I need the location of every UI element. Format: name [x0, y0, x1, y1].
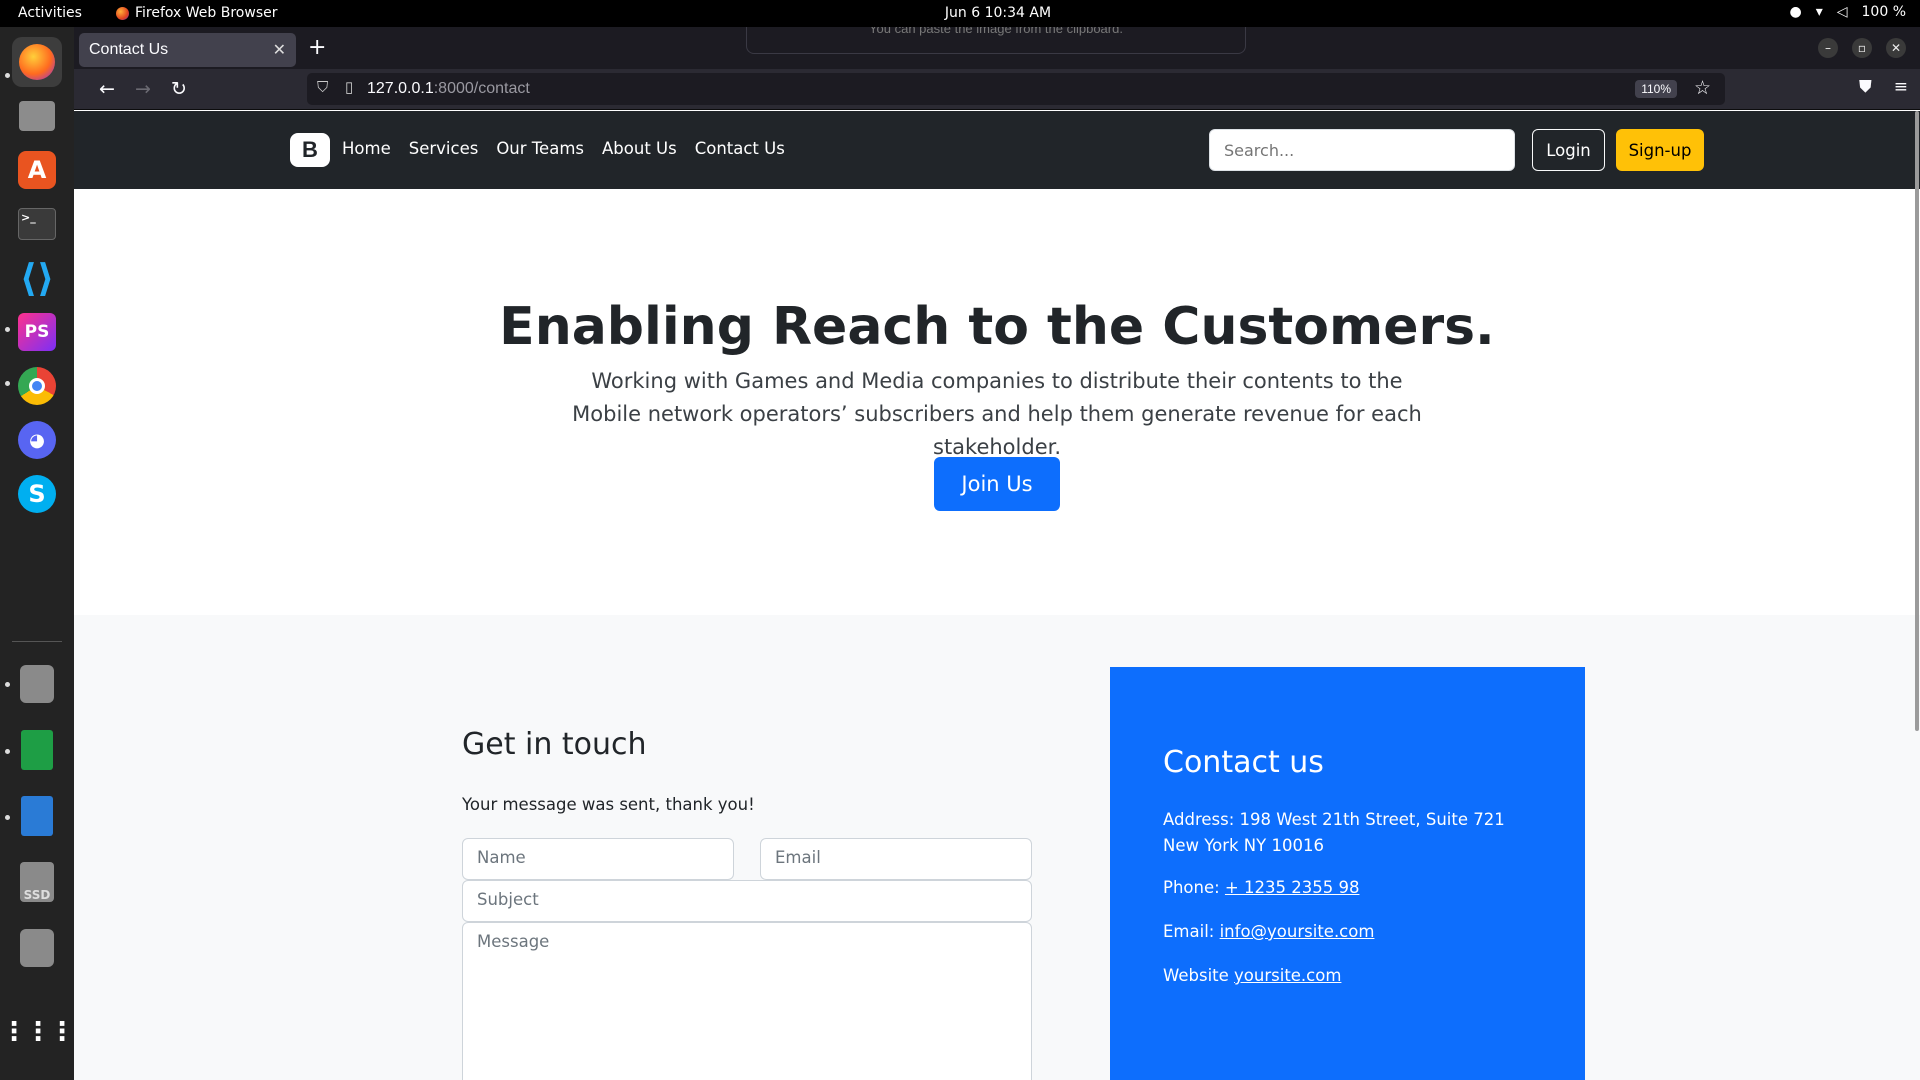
nav-our-teams[interactable]: Our Teams [496, 139, 584, 158]
phone-label: Phone: [1163, 878, 1220, 897]
message-field[interactable]: Message [462, 922, 1032, 1080]
window-controls: – ▫ ✕ [1818, 38, 1906, 58]
url-bar[interactable]: ⛉ ▯ 127.0.0.1:8000/contact 110% ☆ [307, 73, 1725, 105]
discord-icon[interactable]: ◕ [12, 415, 62, 465]
browser-toolbar: ← → ↻ ⛉ ▯ 127.0.0.1:8000/contact 110% ☆ … [74, 69, 1920, 110]
subject-field[interactable]: Subject [462, 880, 1032, 922]
toolbar-right: ⛊ ≡ [1859, 77, 1908, 97]
running-indicator [5, 381, 10, 386]
spreadsheet-icon[interactable] [12, 725, 62, 775]
disk-icon[interactable] [12, 659, 62, 709]
software-center-icon[interactable]: A [12, 145, 62, 195]
paste-hint-text: You can paste the image from the clipboa… [869, 27, 1123, 36]
page-scrollbar[interactable] [1915, 111, 1919, 731]
page-viewport: B Home Services Our Teams About Us Conta… [74, 111, 1920, 1080]
name-field[interactable]: Name [462, 838, 734, 880]
paste-hint-popup: You can paste the image from the clipboa… [746, 27, 1246, 54]
phone-link[interactable]: + 1235 2355 98 [1225, 878, 1360, 897]
contact-website: Website yoursite.com [1163, 963, 1543, 989]
hero-title: Enabling Reach to the Customers. [499, 297, 1495, 357]
tab-title: Contact Us [89, 41, 169, 58]
contact-card-title: Contact us [1163, 745, 1324, 780]
discord-tray-icon: ● [1789, 4, 1802, 20]
close-tab-icon[interactable]: ✕ [273, 40, 286, 60]
nav-home[interactable]: Home [342, 139, 391, 158]
files-icon[interactable] [12, 91, 62, 141]
reload-icon[interactable]: ↻ [164, 75, 194, 103]
website-link[interactable]: yoursite.com [1234, 966, 1341, 985]
disk-icon[interactable] [12, 923, 62, 973]
nav-services[interactable]: Services [409, 139, 479, 158]
running-indicator [5, 749, 10, 754]
site-navbar: B Home Services Our Teams About Us Conta… [74, 111, 1920, 189]
ssd-drive-icon[interactable]: SSD [12, 857, 62, 907]
nav-links: Home Services Our Teams About Us Contact… [342, 139, 785, 158]
dock: A >_ ⟨⟩ PS ◕ S SSD ⋮⋮⋮ [0, 27, 75, 1080]
nav-about-us[interactable]: About Us [602, 139, 677, 158]
address-label: Address: [1163, 810, 1235, 829]
url-host: 127.0.0.1 [367, 80, 434, 97]
vscode-icon[interactable]: ⟨⟩ [12, 253, 62, 303]
nav-contact-us[interactable]: Contact Us [695, 139, 785, 158]
tab-contact-us[interactable]: Contact Us ✕ [79, 33, 296, 67]
url-path: :8000/contact [433, 80, 530, 97]
dock-separator [12, 641, 62, 642]
login-button[interactable]: Login [1532, 129, 1605, 171]
zoom-indicator[interactable]: 110% [1635, 80, 1677, 98]
email-link[interactable]: info@yoursite.com [1220, 922, 1375, 941]
form-status-message: Your message was sent, thank you! [462, 795, 755, 814]
firefox-window: Contact Us ✕ + You can paste the image f… [74, 27, 1920, 1080]
running-indicator [5, 682, 10, 687]
contact-email: Email: info@yoursite.com [1163, 919, 1543, 945]
minimize-icon[interactable]: – [1818, 38, 1838, 58]
running-indicator [5, 73, 10, 78]
wifi-icon: ▾ [1815, 4, 1823, 20]
pocket-icon[interactable]: ⛊ [1859, 77, 1872, 97]
brand-logo[interactable]: B [290, 133, 330, 167]
hero-section: Enabling Reach to the Customers. Working… [74, 189, 1920, 615]
maximize-icon[interactable]: ▫ [1852, 38, 1872, 58]
contact-phone: Phone: + 1235 2355 98 [1163, 875, 1543, 901]
get-in-touch-title: Get in touch [462, 727, 647, 762]
url-text[interactable]: 127.0.0.1:8000/contact [367, 80, 530, 98]
show-apps-icon[interactable]: ⋮⋮⋮ [1, 1007, 75, 1057]
running-indicator [5, 815, 10, 820]
new-tab-icon[interactable]: + [308, 35, 326, 60]
writer-icon[interactable] [12, 791, 62, 841]
website-label: Website [1163, 966, 1229, 985]
tracking-shield-icon[interactable]: ⛉ [317, 79, 328, 96]
firefox-icon[interactable] [12, 37, 62, 87]
join-us-button[interactable]: Join Us [934, 457, 1060, 511]
search-input[interactable] [1209, 129, 1515, 171]
contact-info-card: Contact us Address: 198 West 21th Street… [1110, 667, 1585, 1080]
clock[interactable]: Jun 6 10:34 AM [0, 5, 1920, 21]
system-tray[interactable]: ● ▾ ◁ 100 % [1789, 4, 1906, 20]
phpstorm-icon[interactable]: PS [12, 307, 62, 357]
battery-label: 100 % [1861, 4, 1906, 20]
email-label: Email: [1163, 922, 1215, 941]
skype-icon[interactable]: S [12, 469, 62, 519]
hero-subtitle: Working with Games and Media companies t… [572, 369, 1422, 459]
system-top-bar: Activities Firefox Web Browser Jun 6 10:… [0, 0, 1920, 27]
forward-icon[interactable]: → [128, 75, 158, 103]
page-info-icon[interactable]: ▯ [345, 78, 353, 96]
contact-address: Address: 198 West 21th Street, Suite 721… [1163, 807, 1543, 859]
bookmark-star-icon[interactable]: ☆ [1694, 77, 1711, 100]
volume-icon: ◁ [1836, 4, 1848, 20]
menu-icon[interactable]: ≡ [1894, 77, 1908, 97]
email-field[interactable]: Email [760, 838, 1032, 880]
back-icon[interactable]: ← [92, 75, 122, 103]
running-indicator [5, 327, 10, 332]
chrome-icon[interactable] [12, 361, 62, 411]
contact-section: Get in touch Your message was sent, than… [74, 615, 1920, 1080]
terminal-icon[interactable]: >_ [12, 199, 62, 249]
signup-button[interactable]: Sign-up [1616, 129, 1704, 171]
tab-bar: Contact Us ✕ + You can paste the image f… [74, 27, 1920, 69]
close-window-icon[interactable]: ✕ [1886, 38, 1906, 58]
